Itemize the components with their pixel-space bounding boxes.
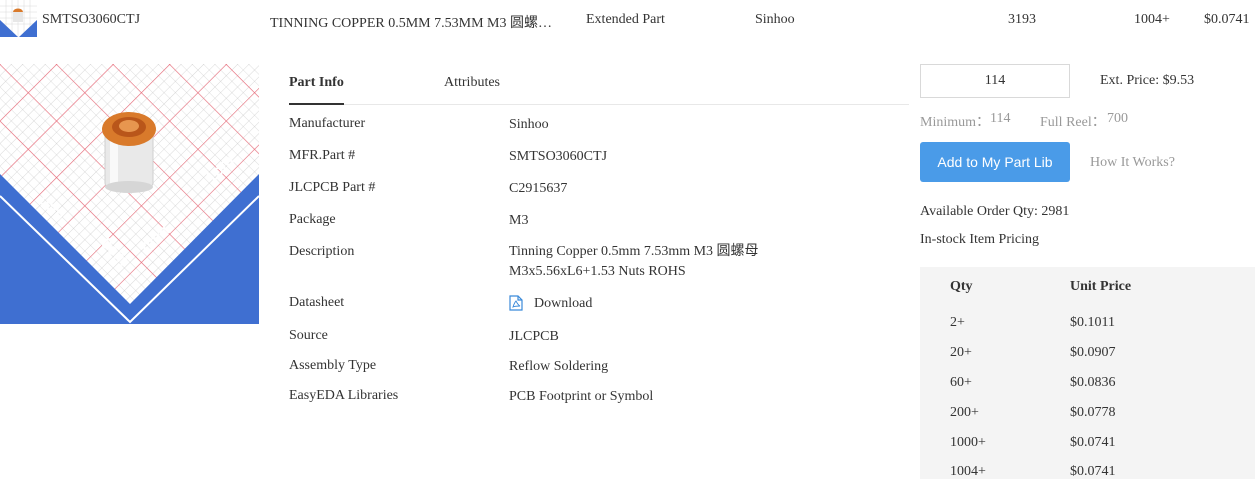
quantity-input[interactable] (920, 64, 1070, 98)
product-image: 1cm 1cm 0cm 0cm (0, 64, 259, 324)
description-value-line2: M3x5.56xL6+1.53 Nuts ROHS (509, 264, 686, 279)
minimum-value: 114 (990, 111, 1011, 126)
source-label: Source (289, 328, 328, 343)
price-row-price: $0.1011 (1070, 315, 1115, 330)
qty-header: Qty (950, 279, 973, 294)
part-tabs: Part Info Attributes (289, 64, 909, 105)
manufacturer: Sinhoo (755, 12, 795, 27)
qty-tier: 1004+ (1134, 12, 1170, 27)
pricing-table: Qty Unit Price 2+ $0.1011 20+ $0.0907 60… (920, 267, 1255, 479)
manufacturer-label: Manufacturer (289, 116, 366, 131)
unit-price: $0.0741 (1204, 12, 1250, 27)
part-thumbnail[interactable] (0, 0, 37, 37)
price-row-price: $0.0741 (1070, 435, 1116, 450)
manufacturer-value: Sinhoo (509, 117, 549, 132)
price-row-price: $0.0741 (1070, 464, 1116, 479)
pcb-footprint-link[interactable]: PCB Footprint or Symbol (509, 387, 653, 407)
part-thumbnail-image (0, 0, 37, 37)
easyeda-libraries-label: EasyEDA Libraries (289, 388, 399, 403)
datasheet-label: Datasheet (289, 295, 345, 310)
how-it-works-link[interactable]: How It Works? (1090, 155, 1175, 171)
assembly-type-value: Reflow Soldering (509, 359, 609, 374)
jlcpcb-part-value: C2915637 (509, 181, 568, 196)
part-list-row[interactable]: SMTSO3060CTJ TINNING COPPER 0.5MM 7.53MM… (0, 0, 1255, 44)
price-row-price: $0.0836 (1070, 375, 1116, 390)
minimum-label: Minimum： (920, 115, 991, 130)
price-row-qty: 1000+ (950, 435, 986, 450)
mfr-part-label: MFR.Part # (289, 148, 356, 163)
add-to-part-lib-button[interactable]: Add to My Part Lib (920, 142, 1070, 182)
source-value: JLCPCB (509, 329, 559, 344)
price-row-qty: 1004+ (950, 464, 986, 479)
part-type: Extended Part (586, 12, 665, 27)
price-row-price: $0.0778 (1070, 405, 1116, 420)
mfr-part-value: SMTSO3060CTJ (509, 149, 608, 164)
package-label: Package (289, 212, 336, 227)
available-order-qty: Available Order Qty: 2981 (920, 204, 1070, 219)
full-reel-value: 700 (1107, 111, 1128, 126)
pdf-icon[interactable] (509, 295, 523, 316)
pricing-title: In-stock Item Pricing (920, 232, 1039, 247)
price-row-price: $0.0907 (1070, 345, 1116, 360)
price-row-qty: 60+ (950, 375, 972, 390)
part-number-link[interactable]: SMTSO3060CTJ (42, 12, 140, 28)
ext-price: Ext. Price: $9.53 (1100, 73, 1195, 88)
full-reel-label: Full Reel： (1040, 115, 1106, 130)
price-row-qty: 2+ (950, 315, 965, 330)
price-row-qty: 200+ (950, 405, 979, 420)
description-label: Description (289, 244, 355, 259)
jlcpcb-part-label: JLCPCB Part # (289, 180, 376, 195)
tab-part-info[interactable]: Part Info (289, 75, 344, 105)
part-description: TINNING COPPER 0.5MM 7.53MM M3 圆螺… (270, 16, 552, 31)
datasheet-download-link[interactable]: Download (534, 294, 592, 314)
stock-count: 3193 (1008, 12, 1036, 27)
tab-attributes[interactable]: Attributes (444, 75, 500, 91)
price-row-qty: 20+ (950, 345, 972, 360)
package-value: M3 (509, 213, 529, 228)
unit-price-header: Unit Price (1070, 279, 1132, 294)
assembly-type-label: Assembly Type (289, 358, 377, 373)
description-value: Tinning Copper 0.5mm 7.53mm M3 圆螺母 (509, 244, 759, 259)
